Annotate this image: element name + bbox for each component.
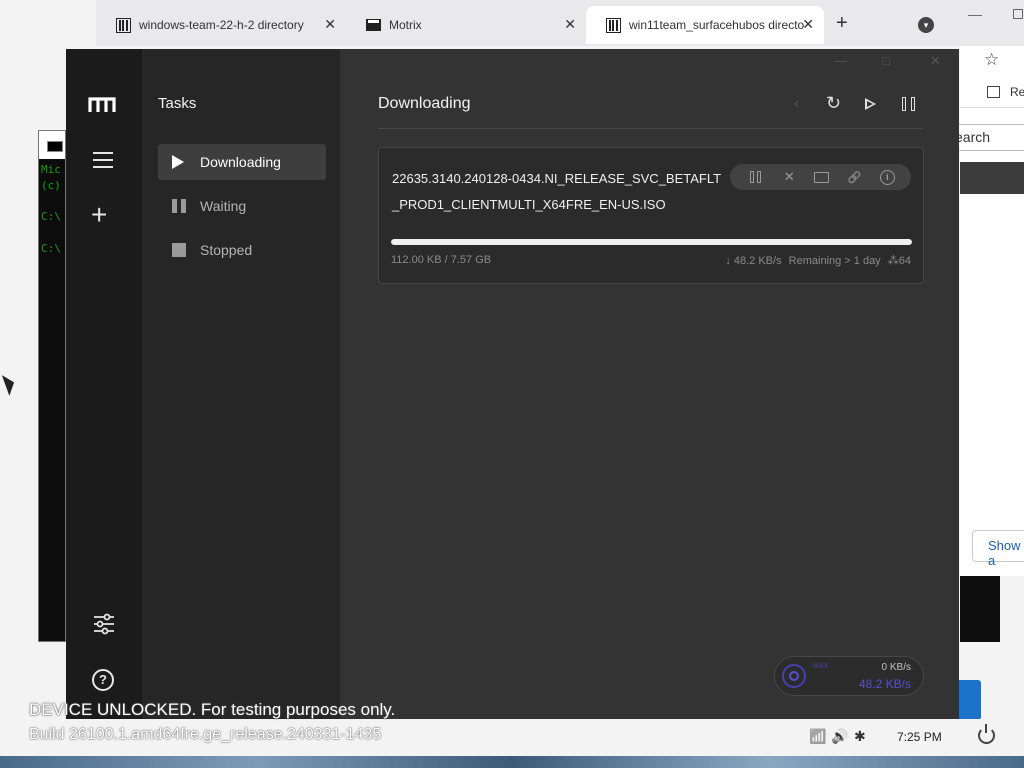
page-dark-panel — [960, 576, 1000, 642]
tab-title: win11team_surfacehubos directo — [629, 18, 805, 32]
tasks-sidebar: Tasks Downloading Waiting Stopped — [142, 49, 340, 719]
sidebar-item-label: Stopped — [200, 242, 253, 258]
pause-all-icon[interactable] — [902, 97, 915, 111]
browser-menu-icon[interactable]: ⋮ — [1019, 52, 1024, 69]
upload-speed: 0 KB/s — [881, 662, 911, 673]
wifi-icon[interactable]: 📶 — [809, 728, 826, 745]
console-icon — [47, 141, 63, 152]
task-stats: ↓ 48.2 KB/s Remaining > 1 day ⁂64 — [721, 254, 911, 267]
task-file-name: 22635.3140.240128-0434.NI_RELEASE_SVC_BE… — [392, 171, 722, 212]
task-item[interactable]: 22635.3140.240128-0434.NI_RELEASE_SVC_BE… — [378, 147, 924, 284]
speedometer[interactable]: MAX 0 KB/s 48.2 KB/s — [774, 656, 924, 696]
taskbar-clock[interactable]: 7:25 PM — [897, 730, 942, 744]
progress-fill — [391, 239, 912, 245]
task-size: 112.00 KB / 7.57 GB — [391, 254, 492, 266]
download-speed-total: 48.2 KB/s — [858, 677, 911, 691]
wallpaper-strip — [0, 756, 1024, 768]
device-unlocked-watermark: DEVICE UNLOCKED. For testing purposes on… — [29, 700, 396, 719]
sidebar-title: Tasks — [158, 95, 197, 112]
folder-icon[interactable] — [814, 171, 830, 183]
stop-icon — [172, 243, 186, 257]
console-line: Mic — [41, 163, 61, 176]
archive-icon — [116, 17, 131, 33]
browser-tab-windows-team[interactable]: windows-team-22-h-2 directory ✕ — [96, 6, 346, 44]
help-icon[interactable]: ? — [92, 669, 114, 691]
new-tab-button[interactable]: + — [836, 12, 848, 35]
add-task-icon[interactable]: + — [91, 201, 107, 229]
sidebar-item-label: Waiting — [200, 198, 247, 214]
minimize-button[interactable]: — — [834, 53, 847, 68]
motrix-logo-icon — [88, 97, 116, 112]
remaining-time: Remaining > 1 day — [788, 255, 881, 267]
menu-icon[interactable] — [93, 152, 113, 168]
console-window: Mic (c) C:\ C:\ — [38, 130, 66, 642]
browser-minimize-button[interactable]: — — [968, 6, 982, 22]
browser-tabstrip: windows-team-22-h-2 directory ✕ Motrix ✕… — [96, 0, 1024, 46]
refresh-icon[interactable]: ↻ — [826, 93, 841, 114]
bookmark-star-icon[interactable]: ☆ — [984, 50, 999, 70]
info-icon[interactable]: i — [879, 169, 895, 185]
sidebar-item-stopped[interactable]: Stopped — [158, 232, 326, 268]
volume-icon[interactable]: 🔊 — [831, 728, 848, 745]
archive-icon — [606, 17, 621, 33]
connections-count: ⁂64 — [887, 255, 911, 267]
page-primary-button[interactable] — [959, 680, 981, 720]
reading-list-icon — [987, 86, 1000, 98]
task-actions-bar: ✕ 🔗 i — [730, 164, 911, 190]
header-divider — [378, 128, 923, 129]
tasks-main-panel: — □ ✕ Downloading ‹ ↻ 22635.3140.240128-… — [340, 49, 959, 719]
motrix-window: + ? Tasks Downloading Waiting Stopped — … — [66, 49, 959, 719]
close-tab-icon[interactable]: ✕ — [802, 16, 814, 33]
browser-tab-win11team[interactable]: win11team_surfacehubos directo ✕ — [586, 6, 824, 44]
close-tab-icon[interactable]: ✕ — [564, 16, 576, 33]
show-button[interactable]: Show a — [972, 530, 1024, 568]
sidebar-item-waiting[interactable]: Waiting — [158, 188, 326, 224]
motrix-favicon-icon — [366, 19, 381, 31]
chevron-left-icon[interactable]: ‹ — [794, 95, 799, 113]
console-line: (c) — [41, 179, 61, 192]
play-icon — [172, 155, 184, 169]
speed-limit-label: MAX — [813, 663, 829, 670]
pause-icon — [172, 199, 186, 213]
bookmark-label[interactable]: Re — [1010, 85, 1024, 99]
sidebar-item-label: Downloading — [200, 154, 281, 170]
settings-sliders-icon[interactable] — [93, 613, 115, 635]
pause-task-icon[interactable] — [746, 171, 764, 183]
maximize-button[interactable]: □ — [882, 53, 890, 68]
power-icon[interactable] — [978, 724, 995, 744]
close-tab-icon[interactable]: ✕ — [324, 16, 336, 33]
resume-all-icon[interactable] — [865, 98, 876, 110]
link-icon[interactable]: 🔗 — [846, 171, 864, 184]
tab-title: Motrix — [389, 18, 422, 32]
delete-task-icon[interactable]: ✕ — [780, 169, 798, 185]
speedometer-gauge-icon — [782, 664, 806, 688]
tab-search-icon[interactable]: ▾ — [918, 17, 934, 33]
page-search-input[interactable]: earch — [950, 124, 1024, 151]
page-header-bar — [960, 162, 1024, 194]
motrix-nav-rail: + ? — [66, 49, 142, 719]
tab-title: windows-team-22-h-2 directory — [139, 18, 304, 32]
browser-tab-motrix[interactable]: Motrix ✕ — [346, 6, 586, 44]
page-title: Downloading — [378, 95, 471, 112]
console-line: C:\ — [41, 242, 61, 255]
download-speed: ↓ 48.2 KB/s — [725, 255, 782, 267]
accessibility-icon[interactable]: ✱ — [854, 728, 866, 745]
progress-bar — [391, 239, 912, 245]
build-watermark: Build 26100.1.amd64fre.ge_release.240331… — [29, 726, 382, 743]
sidebar-item-downloading[interactable]: Downloading — [158, 144, 326, 180]
console-line: C:\ — [41, 210, 61, 223]
browser-maximize-button[interactable] — [1013, 9, 1023, 19]
close-button[interactable]: ✕ — [930, 53, 941, 69]
